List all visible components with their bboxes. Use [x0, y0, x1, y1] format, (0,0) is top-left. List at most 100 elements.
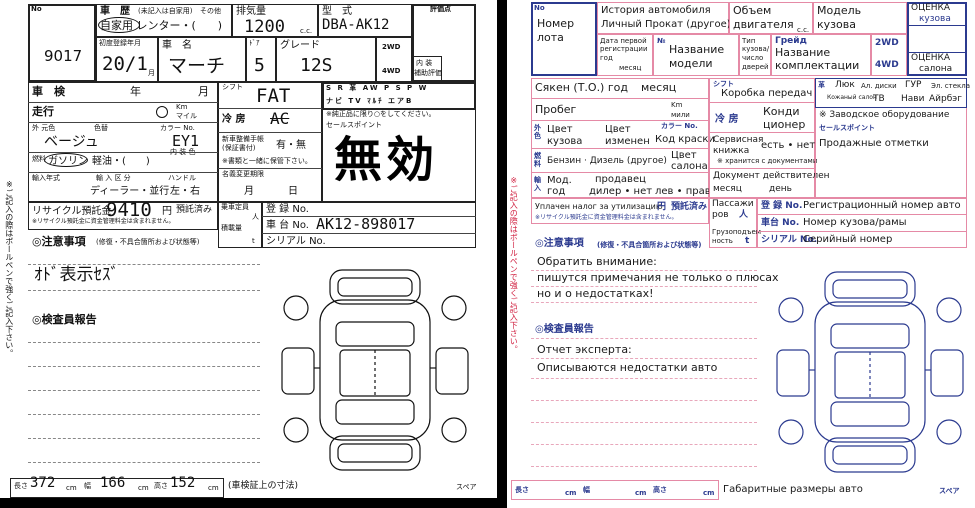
- drive-4wd: 4WD: [875, 60, 899, 70]
- mileage-unit-mile: мили: [671, 111, 690, 119]
- equip-row2: ナビ TV ﾏﾙﾁ エアB: [326, 97, 414, 105]
- color-changed2: изменен: [605, 136, 650, 147]
- capacity-unit: 人: [252, 213, 259, 221]
- warranty-value: 有・無: [276, 140, 306, 151]
- service-book2: книжка: [713, 146, 750, 156]
- notes-sub: (修復・不具合箇所および状態等): [597, 241, 702, 249]
- inspector-title: ◎検査員報告: [535, 324, 594, 335]
- model-label2: кузова: [817, 18, 856, 31]
- width-label: 幅: [583, 486, 590, 494]
- sales-points-jp: セールスポイント: [819, 124, 875, 132]
- color-no-label: カラー No.: [661, 122, 698, 130]
- load1: Грузоподъем: [712, 228, 762, 236]
- rule: [709, 132, 815, 133]
- serial: Серийный номер: [803, 234, 893, 245]
- displacement-value: 1200: [244, 17, 285, 37]
- history-options: Личный Прокат (другое): [601, 19, 731, 30]
- lot-label2: лота: [537, 31, 564, 44]
- model-value: DBA-AK12: [322, 17, 390, 33]
- recycle-note: ※リサイクル預託金に資金管理料金は含まれません。: [32, 218, 175, 225]
- model-year2: год: [547, 186, 566, 197]
- inspection-label: 車 検: [32, 85, 65, 98]
- dims-frame: [511, 480, 719, 500]
- width-value: 166: [100, 475, 126, 491]
- interior-label: 内 装: [416, 59, 433, 67]
- length-label: 長さ: [14, 482, 28, 490]
- history-other: その他: [200, 7, 221, 15]
- import-type: 輸 入 区 分: [96, 174, 131, 182]
- rule: [531, 120, 709, 121]
- equip-col1-jp: 革: [818, 81, 825, 89]
- mileage-label: Пробег: [535, 103, 577, 116]
- inspection-year: 年: [130, 85, 141, 98]
- color-body2: кузова: [547, 136, 583, 147]
- side-note: ※ご記入の際はボールペンで強くご記入下さい。: [4, 180, 14, 357]
- passengers2: ров: [712, 210, 729, 220]
- equip-note: ※純正品に限り○をしてください。: [326, 110, 436, 118]
- score-label1: ОЦЕНКА: [911, 3, 951, 13]
- history-label: История автомобиля: [601, 5, 711, 16]
- panel-separator: [497, 0, 507, 508]
- equip-skin: Кожаный салон: [827, 94, 877, 101]
- equip-tv: ТВ: [873, 94, 885, 104]
- dealer-label: ディーラー・並行: [90, 186, 170, 197]
- mileage-label: 走行: [32, 105, 54, 118]
- height-unit: cm: [703, 489, 715, 497]
- color-changed1: Цвет: [605, 124, 631, 135]
- name-change-month: 月: [244, 186, 254, 197]
- history-note: (未記入は自家用): [138, 7, 193, 15]
- grade-label: グレード: [280, 40, 320, 51]
- doors-label: ﾄﾞｱ: [249, 39, 260, 47]
- interior-color1: Цвет: [671, 150, 697, 161]
- mileage-unit-mile: マイル: [176, 112, 197, 120]
- inspector-label: ◎検査員報告: [32, 313, 97, 326]
- equip-note: ※ Заводское оборудование: [819, 110, 950, 120]
- load-unit: t: [252, 237, 255, 245]
- reg-no-label: 登 録 No.: [266, 204, 309, 215]
- inspection-row: Сякен (Т.О.) год: [535, 81, 628, 94]
- rule: [28, 366, 260, 367]
- notes-title: ◎注意事項: [535, 238, 584, 249]
- inspector-line1: Отчет эксперта:: [537, 343, 632, 356]
- reg-no-jp: 登 録 No.: [761, 201, 803, 211]
- corner-no: No: [534, 4, 545, 12]
- dims-note: Габаритные размеры авто: [723, 484, 863, 495]
- void-stamp: 無効: [334, 132, 439, 188]
- car-diagram: [281, 269, 469, 471]
- rule: [757, 231, 967, 232]
- equip-col2-jp: Ал. диски: [861, 82, 897, 90]
- dims-note: (車検証上の寸法): [228, 481, 299, 491]
- rule: [28, 438, 260, 439]
- body-type1: Тип: [742, 37, 756, 45]
- mileage-unit-km: Km: [671, 101, 683, 109]
- rule: [709, 102, 815, 103]
- recycle-deposit: 預託済み: [671, 202, 708, 212]
- russian-translation-sheet: No Номер лота История автомобиля Личный …: [507, 0, 975, 508]
- interior-score1: ОЦЕНКА: [911, 53, 951, 63]
- model-name1: Название: [669, 43, 725, 56]
- first-reg-value: 20/1: [102, 53, 148, 75]
- first-reg-small3: год: [600, 54, 613, 62]
- length-unit: cm: [565, 489, 577, 497]
- rule: [28, 462, 260, 463]
- import-year: 年式: [46, 174, 60, 182]
- height-value: 152: [170, 475, 196, 491]
- corner-no: No: [31, 5, 42, 13]
- ac-label1: Конди: [763, 105, 800, 118]
- japanese-auction-sheet: No 9017 車 歴 (未記入は自家用) その他 自家用 レンター・( ) 排…: [0, 0, 497, 508]
- doc-valid2: месяц: [713, 184, 742, 194]
- rule: [531, 338, 757, 339]
- color-code: Код краски: [655, 134, 715, 145]
- rule: [262, 233, 476, 234]
- rule: [218, 132, 322, 133]
- notes-line1: Обратить внимание:: [537, 255, 657, 268]
- inspection-month: 月: [198, 85, 209, 98]
- first-reg-small1: Дата первой: [600, 37, 647, 45]
- length-unit: cm: [66, 484, 77, 492]
- spare-label: スペア: [939, 487, 960, 495]
- rule: [757, 214, 967, 215]
- equip-col4-jp: Эл. стекла: [931, 82, 971, 90]
- height-label: 高さ: [154, 482, 168, 490]
- handle-value: 左・右: [170, 186, 200, 197]
- load2: ность: [712, 237, 733, 245]
